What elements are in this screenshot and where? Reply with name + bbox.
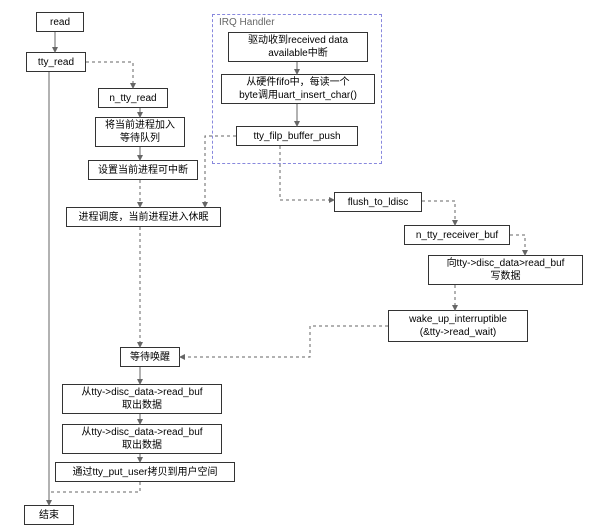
node-copy-buf2: 从tty->disc_data->read_buf 取出数据 xyxy=(62,424,222,454)
node-wait-wake: 等待唤醒 xyxy=(120,347,180,367)
node-irq-push: tty_filp_buffer_push xyxy=(236,126,358,146)
node-write-buf: 向tty->disc_data>read_buf 写数据 xyxy=(428,255,583,285)
node-tty-read: tty_read xyxy=(26,52,86,72)
node-wake: wake_up_interruptible (&tty->read_wait) xyxy=(388,310,528,342)
node-copy-buf1: 从tty->disc_data->read_buf 取出数据 xyxy=(62,384,222,414)
label-irq-handler: IRQ Handler xyxy=(219,17,275,28)
node-set-interruptible: 设置当前进程可中断 xyxy=(88,160,198,180)
node-end: 结束 xyxy=(24,505,74,525)
node-schedule-sleep: 进程调度，当前进程进入休眠 xyxy=(66,207,221,227)
node-n-tty-recv-buf: n_tty_receiver_buf xyxy=(404,225,510,245)
node-put-user: 通过tty_put_user拷贝到用户空间 xyxy=(55,462,235,482)
node-flush: flush_to_ldisc xyxy=(334,192,422,212)
node-irq-recv: 驱动收到received data available中断 xyxy=(228,32,368,62)
node-read: read xyxy=(36,12,84,32)
node-irq-fifo: 从硬件fifo中，每读一个 byte调用uart_insert_char() xyxy=(221,74,375,104)
node-enqueue: 将当前进程加入 等待队列 xyxy=(95,117,185,147)
node-n-tty-read: n_tty_read xyxy=(98,88,168,108)
